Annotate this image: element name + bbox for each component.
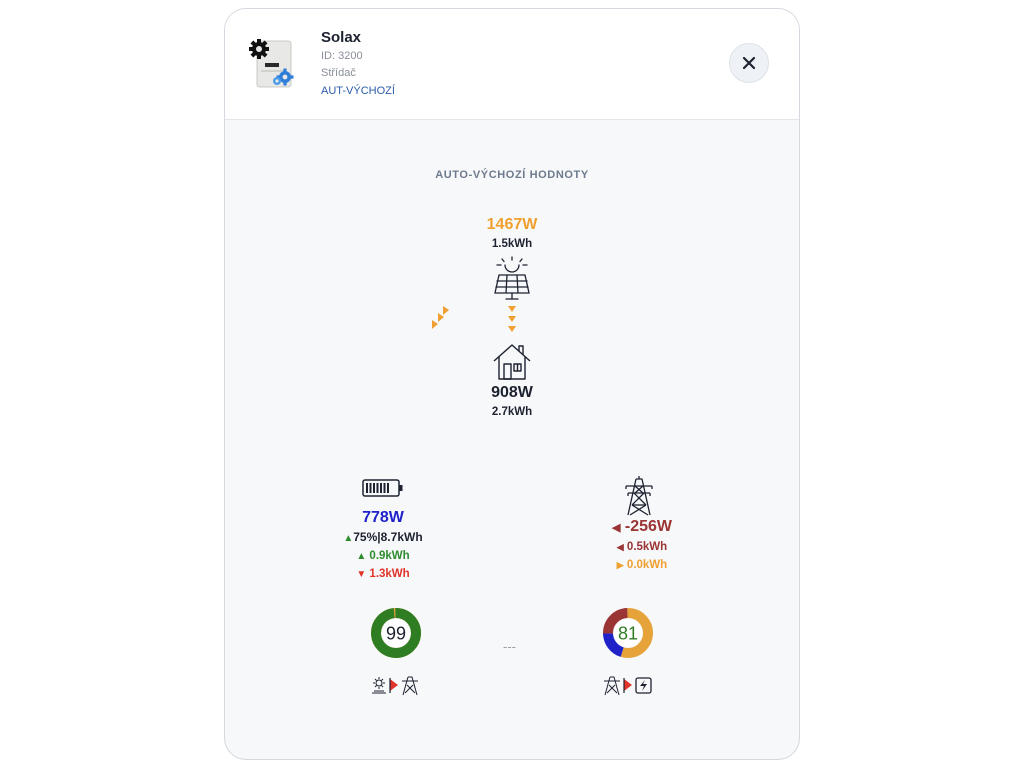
self-sufficiency-gauge: 99 [371,608,421,658]
sun-to-grid-icon [372,676,418,696]
device-name: Solax [321,29,362,46]
grid-export-row: ▶ 0.0kWh [617,559,667,571]
battery-charged: 0.9kWh [369,550,410,562]
solar-energy: 1.5kWh [491,238,533,250]
solar-to-home-flow-arrows [508,306,516,332]
device-detail-modal: Solax ID: 3200 Střídač AUT-VÝCHOZÍ AUTO-… [224,8,800,760]
battery-power: 778W [362,509,404,526]
device-id: ID: 3200 [321,50,363,62]
modal-header: Solax ID: 3200 Střídač AUT-VÝCHOZÍ [225,9,799,120]
battery-discharged-row: ▼ 1.3kWh [356,568,409,580]
solar-panel-icon [494,256,530,300]
arrow-right-icon: ▶ [616,560,624,570]
device-mode: AUT-VÝCHOZÍ [321,85,395,97]
solar-power: 1467W [486,216,538,233]
arrow-left-icon: ◀ [616,542,624,552]
arrow-up-icon: ▲ [356,551,367,562]
grid-import: 0.5kWh [626,541,668,553]
grid-import-row: ◀ 0.5kWh [617,541,667,553]
battery-soc-energy: 75%|8.7kWh [353,530,423,544]
grid-power-row: ◀ -256W [612,518,672,536]
inverter-device-icon [249,39,294,88]
arrow-down-icon: ▼ [356,569,367,580]
close-button[interactable] [729,43,769,83]
arrow-left-icon: ◀ [611,522,621,534]
home-energy: 2.7kWh [491,406,533,418]
arrow-up-icon: ▲ [343,533,354,544]
battery-discharged: 1.3kWh [369,568,410,580]
house-icon [493,344,531,380]
power-tower-icon [625,476,653,516]
battery-soc-row: ▲75%|8.7kWh [343,530,422,544]
solar-to-battery-flow-arrows [432,306,449,329]
home-power: 908W [491,384,533,401]
device-type: Střídač [321,67,356,79]
close-icon [742,56,756,70]
grid-to-charger-icon [604,676,652,696]
grid-export: 0.0kWh [626,559,668,571]
battery-charged-row: ▲ 0.9kWh [356,550,409,562]
self-sufficiency-value: 99 [386,624,406,644]
gauge-separator: --- [503,639,516,654]
section-title: AUTO-VÝCHOZÍ HODNOTY [435,169,589,181]
self-consumption-gauge: 81 [603,608,653,658]
grid-power: -256W [624,518,673,535]
self-consumption-value: 81 [618,624,638,644]
battery-icon [362,479,403,497]
